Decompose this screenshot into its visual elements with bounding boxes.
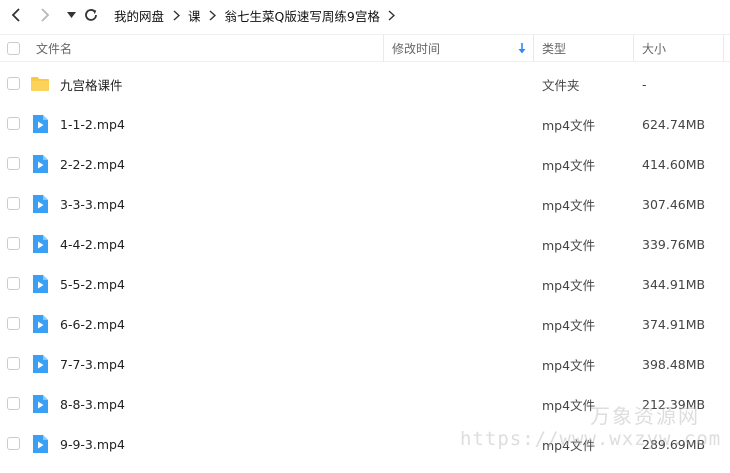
row-checkbox[interactable]	[7, 277, 20, 290]
select-all-cell	[7, 35, 20, 62]
file-name: 8-8-3.mp4	[60, 396, 125, 412]
refresh-button[interactable]	[80, 4, 102, 26]
column-header-modified-label: 修改时间	[392, 42, 441, 56]
column-divider[interactable]	[723, 35, 724, 62]
watermark-url: https://www.wxzyw.com	[460, 428, 722, 450]
column-header-size[interactable]: 大小	[642, 35, 666, 62]
video-file-icon	[33, 355, 48, 373]
file-size: 307.46MB	[642, 196, 706, 212]
file-type: 文件夹	[542, 77, 580, 93]
file-name: 3-3-3.mp4	[60, 196, 125, 212]
column-header-modified[interactable]: 修改时间	[392, 35, 532, 62]
row-checkbox[interactable]	[7, 357, 20, 370]
back-button[interactable]	[5, 4, 27, 26]
video-file-icon	[33, 155, 48, 173]
file-type: mp4文件	[542, 117, 596, 133]
row-checkbox[interactable]	[7, 117, 20, 130]
file-type: mp4文件	[542, 317, 596, 333]
file-row[interactable]: 3-3-3.mp4 mp4文件 307.46MB	[0, 184, 730, 224]
row-checkbox[interactable]	[7, 437, 20, 450]
chevron-right-icon	[387, 9, 397, 21]
column-header-name[interactable]: 文件名	[36, 35, 72, 62]
breadcrumb-item-course[interactable]: 课	[188, 6, 201, 25]
file-list-header: 文件名 修改时间 类型 大小	[0, 34, 730, 62]
select-all-checkbox[interactable]	[7, 42, 20, 55]
file-row-folder[interactable]: 九宫格课件 文件夹 -	[0, 64, 730, 104]
file-row[interactable]: 2-2-2.mp4 mp4文件 414.60MB	[0, 144, 730, 184]
row-checkbox[interactable]	[7, 237, 20, 250]
file-row[interactable]: 1-1-2.mp4 mp4文件 624.74MB	[0, 104, 730, 144]
breadcrumb: 我的网盘 课 翁七生菜Q版速写周练9宫格	[114, 0, 404, 30]
file-size: 374.91MB	[642, 316, 706, 332]
file-name: 4-4-2.mp4	[60, 236, 125, 252]
video-file-icon	[33, 235, 48, 253]
file-size: 414.60MB	[642, 156, 706, 172]
file-type: mp4文件	[542, 237, 596, 253]
breadcrumb-item-home[interactable]: 我的网盘	[114, 6, 164, 25]
column-divider[interactable]	[383, 35, 384, 62]
column-header-type[interactable]: 类型	[542, 35, 566, 62]
file-type: mp4文件	[542, 357, 596, 373]
sort-down-arrow-icon	[518, 43, 526, 54]
breadcrumb-item-current[interactable]: 翁七生菜Q版速写周练9宫格	[225, 6, 380, 25]
column-divider[interactable]	[533, 35, 534, 62]
file-name: 5-5-2.mp4	[60, 276, 125, 292]
file-row[interactable]: 6-6-2.mp4 mp4文件 374.91MB	[0, 304, 730, 344]
file-row[interactable]: 4-4-2.mp4 mp4文件 339.76MB	[0, 224, 730, 264]
column-divider[interactable]	[633, 35, 634, 62]
file-type: mp4文件	[542, 197, 596, 213]
video-file-icon	[33, 435, 48, 453]
file-size: 339.76MB	[642, 236, 706, 252]
file-type: mp4文件	[542, 277, 596, 293]
chevron-right-icon	[41, 8, 50, 22]
file-name: 7-7-3.mp4	[60, 356, 125, 372]
file-name: 九宫格课件	[60, 77, 123, 93]
row-checkbox[interactable]	[7, 157, 20, 170]
file-row[interactable]: 5-5-2.mp4 mp4文件 344.91MB	[0, 264, 730, 304]
refresh-icon	[85, 9, 97, 21]
file-name: 2-2-2.mp4	[60, 156, 125, 172]
video-file-icon	[33, 395, 48, 413]
row-checkbox[interactable]	[7, 197, 20, 210]
video-file-icon	[33, 315, 48, 333]
file-row[interactable]: 7-7-3.mp4 mp4文件 398.48MB	[0, 344, 730, 384]
file-size: 624.74MB	[642, 116, 706, 132]
file-name: 9-9-3.mp4	[60, 436, 125, 452]
row-checkbox[interactable]	[7, 77, 20, 90]
file-type: mp4文件	[542, 397, 596, 413]
caret-down-icon	[66, 12, 76, 18]
file-size: 344.91MB	[642, 276, 706, 292]
watermark-title: 万象资源网	[590, 404, 700, 428]
row-checkbox[interactable]	[7, 317, 20, 330]
file-size: -	[642, 76, 647, 92]
folder-icon	[31, 77, 49, 91]
file-size: 398.48MB	[642, 356, 706, 372]
video-file-icon	[33, 275, 48, 293]
video-file-icon	[33, 195, 48, 213]
chevron-right-icon	[208, 9, 218, 21]
history-dropdown-button[interactable]	[60, 4, 82, 26]
toolbar: 我的网盘 课 翁七生菜Q版速写周练9宫格	[0, 0, 730, 30]
forward-button[interactable]	[34, 4, 56, 26]
video-file-icon	[33, 115, 48, 133]
chevron-right-icon	[171, 9, 181, 21]
file-type: mp4文件	[542, 157, 596, 173]
row-checkbox[interactable]	[7, 397, 20, 410]
file-name: 6-6-2.mp4	[60, 316, 125, 332]
chevron-left-icon	[11, 8, 20, 22]
file-name: 1-1-2.mp4	[60, 116, 125, 132]
